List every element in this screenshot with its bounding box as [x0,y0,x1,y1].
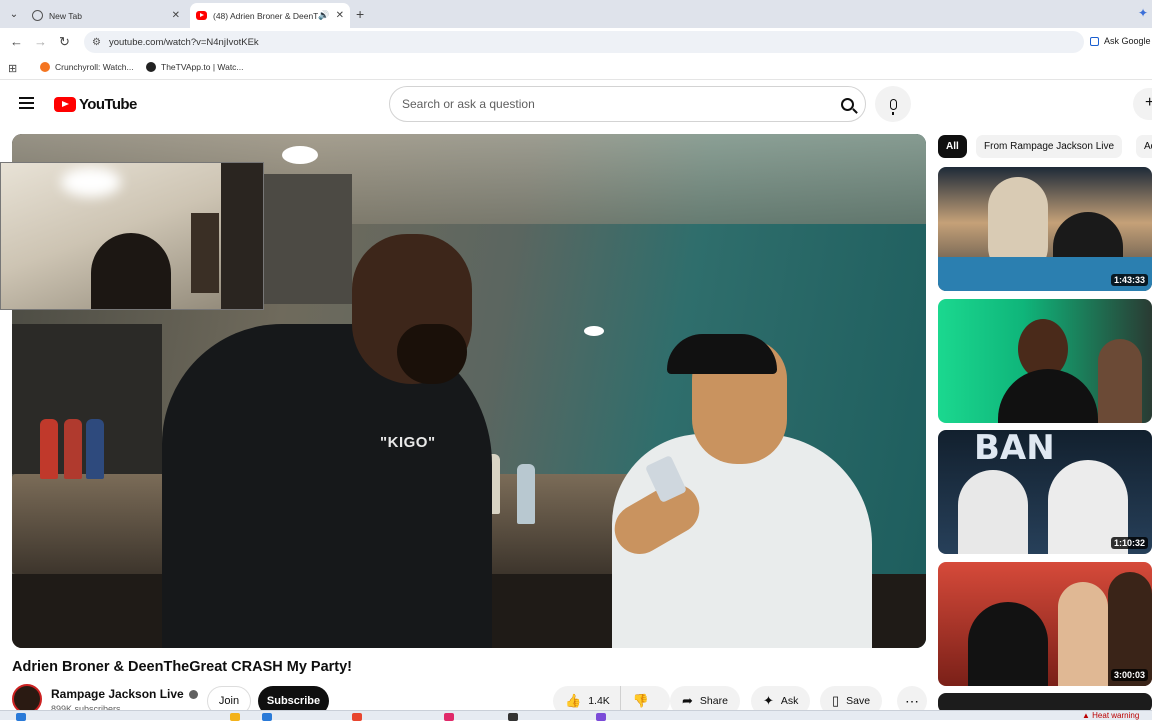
gemini-icon[interactable]: ✦ [1138,6,1152,20]
url-text: youtube.com/watch?v=N4njIvotKEk [108,36,259,48]
close-tab-icon[interactable]: ✕ [336,10,344,21]
microphone-icon [889,98,897,115]
duration-badge: 1:43:33 [1110,274,1148,286]
heat-warning-text: Heat warning [1092,711,1140,720]
bottle [40,419,58,479]
dislike-button[interactable]: 👎 [621,693,661,709]
thumb-figure [998,369,1098,423]
duration-badge: 1:10:32 [1110,537,1148,549]
reload-icon[interactable]: ↻ [59,34,70,50]
save-label: Save [846,695,871,707]
related-video-thumbnail[interactable]: 1:43:33 [938,167,1152,291]
chip-more[interactable]: Ad [1136,135,1152,158]
thumb-figure [958,470,1028,554]
thumb-overlay-text: BAN [974,430,1055,468]
heat-warning[interactable]: ▲ Heat warning [1082,711,1139,720]
bottle [86,419,104,479]
thumb-figure [1098,339,1142,423]
bookmark-thetvapp[interactable]: TheTVApp.to | Watc... [146,62,244,72]
search-placeholder: Search or ask a question [402,97,535,111]
address-bar-row: ← → ↻ ⚙ youtube.com/watch?v=N4njIvotKEk … [0,28,1152,56]
tab-title: New Tab [49,10,82,21]
apps-grid-icon[interactable]: ⊞ [8,62,17,75]
bookmark-crunchyroll[interactable]: Crunchyroll: Watch... [40,62,134,72]
ceiling-light [584,326,604,336]
doorway [221,163,263,309]
close-tab-icon[interactable]: ✕ [172,10,180,21]
voice-search-button[interactable] [875,86,911,122]
os-taskbar: ▲ Heat warning [0,710,1152,721]
search-icon [840,97,854,111]
verified-icon [188,689,198,699]
tab-youtube-video[interactable]: (48) Adrien Broner & DeenT 🔊 ✕ [190,3,350,28]
channel-name[interactable]: Rampage Jackson Live [51,687,198,701]
bottle [517,464,535,524]
video-title: Adrien Broner & DeenTheGreat CRASH My Pa… [12,659,353,675]
omnibox[interactable]: ⚙ youtube.com/watch?v=N4njIvotKEk [84,31,1084,53]
thumbs-up-icon: 👍 [565,693,582,708]
crunchyroll-icon [40,62,50,72]
bookmarks-bar: ⊞ Crunchyroll: Watch... TheTVApp.to | Wa… [0,56,1152,80]
lens-icon [1090,36,1099,46]
sparkle-icon: ✦ [763,693,774,708]
ask-google-button[interactable]: Ask Google [1090,36,1151,46]
bookmark-label: TheTVApp.to | Watc... [161,62,244,72]
create-button[interactable]: + [1133,88,1152,120]
site-settings-icon[interactable]: ⚙ [92,37,101,48]
logo-text: YouTube [79,96,137,113]
filter-chips: All From Rampage Jackson Live Ad [938,135,1152,159]
search-button[interactable] [829,87,865,121]
ceiling-light [282,146,318,164]
person-right-cap [667,334,777,374]
channel-name-text: Rampage Jackson Live [51,687,184,701]
duration-badge: 3:00:03 [1110,669,1148,681]
like-count: 1.4K [588,695,610,707]
related-video-thumbnail[interactable]: BAN 1:10:32 [938,430,1152,554]
related-video-thumbnail[interactable] [938,299,1152,423]
globe-icon [32,10,43,21]
tab-new-tab[interactable]: New Tab ✕ [26,3,186,28]
thetvapp-icon [146,62,156,72]
ask-google-label: Ask Google [1104,36,1151,46]
youtube-header: YouTube Search or ask a question + [0,82,1152,126]
person-left-beard [397,324,467,384]
bottle [64,419,82,479]
chip-all[interactable]: All [938,135,967,158]
tab-search-icon[interactable]: ⌄ [6,6,22,22]
back-arrow-icon[interactable]: ← [10,34,23,49]
thumb-figure [1058,582,1108,686]
related-video-thumbnail[interactable]: 3:00:03 [938,562,1152,686]
share-icon: ➦ [682,693,693,708]
speaker-icon[interactable]: 🔊 [318,10,329,21]
chip-from-channel[interactable]: From Rampage Jackson Live [976,135,1123,158]
youtube-play-icon [54,97,76,112]
menu-icon[interactable] [19,97,34,109]
forward-arrow-icon[interactable]: → [34,34,47,49]
bookmark-label: Crunchyroll: Watch... [55,62,134,72]
lamp [61,167,121,197]
shelf [191,213,219,293]
tab-title: (48) Adrien Broner & DeenT [213,10,319,21]
browser-tab-strip: ⌄ New Tab ✕ (48) Adrien Broner & DeenT 🔊… [0,0,1152,28]
share-label: Share [699,695,728,707]
shirt-logo: "KIGO" [380,434,436,451]
youtube-icon [196,11,207,20]
bookmark-icon: ▯ [832,693,840,708]
ask-label: Ask [780,695,799,707]
webcam-person [91,233,171,309]
search-input[interactable]: Search or ask a question [389,86,866,122]
youtube-logo[interactable]: YouTube [54,96,137,113]
thumb-figure [968,602,1048,686]
webcam-overlay [0,162,264,310]
new-tab-button[interactable]: + [356,6,364,22]
